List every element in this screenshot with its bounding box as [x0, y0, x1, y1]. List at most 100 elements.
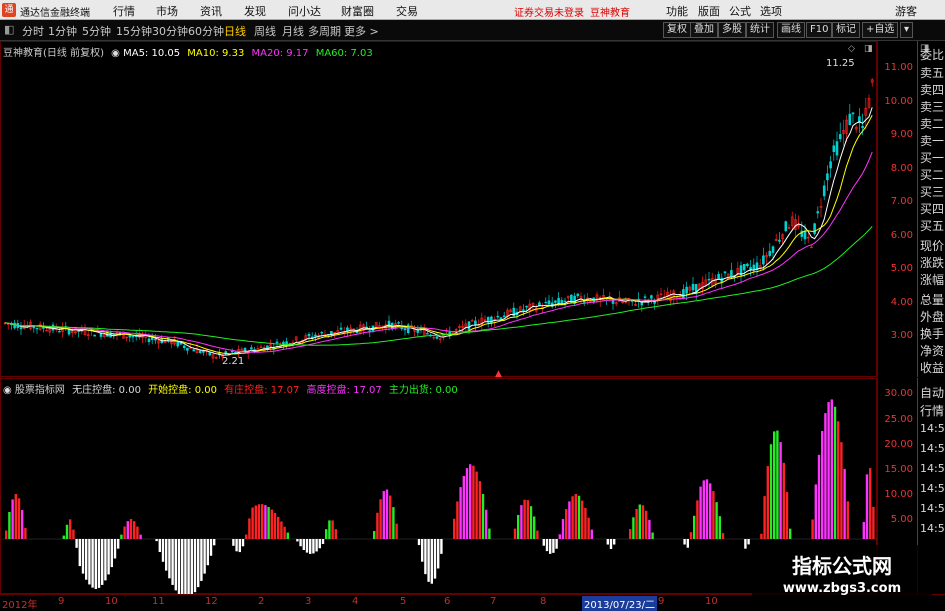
tab-period-15min[interactable]: 15分钟	[116, 23, 152, 39]
indicator-tick: 20.00	[884, 439, 913, 450]
indicator-chart[interactable]	[0, 378, 878, 599]
indicator-legend: ◉ 股票指标网 无庄控盘: 0.00 开始控盘: 0.00 有庄控盘: 17.0…	[3, 381, 458, 396]
date-tick: 10	[705, 596, 718, 607]
menu-item-trade[interactable]: 交易	[396, 3, 418, 19]
menu-item-market[interactable]: 市场	[156, 3, 178, 19]
app-logo-icon: 通	[2, 3, 16, 17]
tab-period-timeshare[interactable]: 分时	[22, 23, 44, 39]
statistics-button[interactable]: 统计	[746, 22, 774, 38]
tab-period-multi[interactable]: 多周期	[308, 23, 341, 39]
tab-period-5min[interactable]: 5分钟	[82, 23, 111, 39]
trade-time: 14:50	[920, 442, 945, 455]
panel-label: 现价	[920, 239, 945, 253]
watermark-title: 指标公式网	[792, 554, 892, 578]
indicator-value: 17.07	[353, 385, 382, 396]
panel-label: 净资	[920, 344, 945, 358]
low-price-label: 2.21	[222, 356, 245, 367]
indicator-label: 主力出货:	[388, 385, 433, 396]
indicator-name: 股票指标网	[14, 385, 65, 396]
ma5-value: MA5: 10.05	[123, 48, 181, 59]
menu-item-layout[interactable]: 版面	[698, 3, 720, 19]
trade-time: 14:50	[920, 422, 945, 435]
menu-item-formula[interactable]: 公式	[729, 3, 751, 19]
multi-stock-button[interactable]: 多股	[718, 22, 746, 38]
ma10-value: MA10: 9.33	[187, 48, 245, 59]
date-tick: 9	[658, 596, 665, 607]
date-tick: 7	[490, 596, 497, 607]
panel-label: 买五	[920, 219, 945, 233]
panel-label: 涨跌	[920, 256, 945, 270]
panel-label: 总量	[920, 293, 945, 307]
add-watchlist-button[interactable]: +自选	[862, 22, 899, 38]
panel-label: 买三	[920, 185, 945, 199]
settings-icon[interactable]: ◉	[111, 48, 120, 59]
draw-line-button[interactable]: 画线	[777, 22, 805, 38]
date-tick: 2	[258, 596, 265, 607]
date-tick: 4	[352, 596, 359, 607]
tab-period-30min[interactable]: 30分钟	[152, 23, 188, 39]
stock-brand: 豆神教育	[590, 8, 630, 19]
price-tick: 3.00	[890, 330, 913, 341]
pin-icon[interactable]: ◇	[848, 44, 855, 54]
date-tick: 9	[58, 596, 65, 607]
trade-time: 14:50	[920, 502, 945, 515]
login-notice[interactable]: 证券交易未登录	[514, 4, 584, 19]
price-axis: 11.00 10.00 9.00 8.00 7.00 6.00 5.00 4.0…	[877, 41, 917, 377]
date-tick: 8	[540, 596, 547, 607]
panel-label[interactable]: 自动	[920, 384, 944, 401]
menu-item-options[interactable]: 选项	[760, 3, 782, 19]
menu-item-discover[interactable]: 发现	[244, 3, 266, 19]
guest-label[interactable]: 游客	[895, 3, 917, 19]
menu-item-wealth[interactable]: 财富圈	[341, 3, 374, 19]
menu-item-function[interactable]: 功能	[666, 3, 688, 19]
date-tick: 6	[444, 596, 451, 607]
indicator-tick: 15.00	[884, 464, 913, 475]
indicator-tick: 30.00	[884, 388, 913, 399]
tab-period-more[interactable]: 更多 >	[344, 23, 379, 39]
kline-chart[interactable]: ▲	[0, 41, 877, 379]
tab-period-monthly[interactable]: 月线	[282, 23, 304, 39]
stock-period-label: 豆神教育(日线 前复权)	[3, 48, 104, 59]
f10-button[interactable]: F10	[806, 22, 833, 38]
menu-item-quotes[interactable]: 行情	[113, 3, 135, 19]
back-icon[interactable]: ◧	[4, 23, 14, 36]
panel-label: 买二	[920, 168, 945, 182]
indicator-label: 无庄控盘:	[72, 385, 116, 396]
more-button[interactable]: ▾	[900, 22, 914, 38]
panel-label: 外盘	[920, 310, 945, 324]
tab-period-daily[interactable]: 日线	[224, 23, 246, 39]
date-tick: 12	[205, 596, 218, 607]
tab-period-60min[interactable]: 60分钟	[188, 23, 224, 39]
date-tick: 10	[105, 596, 118, 607]
tab-period-1min[interactable]: 1分钟	[48, 23, 77, 39]
mark-button[interactable]: 标记	[832, 22, 860, 38]
high-price-label: 11.25	[826, 58, 855, 69]
settings-icon[interactable]: ◉	[3, 385, 12, 396]
panel-label: 委比	[920, 48, 945, 62]
panel-label: 买四	[920, 202, 945, 216]
tab-period-weekly[interactable]: 周线	[254, 23, 276, 39]
indicator-value: 17.07	[270, 385, 300, 396]
menu-item-news[interactable]: 资讯	[200, 3, 222, 19]
expand-icon[interactable]: ◨	[864, 44, 873, 54]
menu-bar: 通 通达信金融终端 行情 市场 资讯 发现 问小达 财富圈 交易 证券交易未登录…	[0, 0, 945, 20]
svg-text:▲: ▲	[495, 369, 502, 378]
watermark-badge: 指标公式网 www.zbgs3.com	[752, 545, 932, 600]
panel-label: 卖三	[920, 100, 945, 114]
panel-label: 换手	[920, 327, 945, 341]
indicator-label: 高度控盘:	[306, 385, 350, 396]
trade-time: 14:50	[920, 482, 945, 495]
indicator-value: 0.00	[435, 385, 458, 396]
kline-svg: ▲	[3, 78, 874, 379]
menu-item-ask[interactable]: 问小达	[288, 3, 321, 19]
price-tick: 9.00	[890, 129, 913, 140]
panel-label: 卖一	[920, 134, 945, 148]
panel-label: 收益	[920, 361, 945, 375]
overlay-button[interactable]: 叠加	[690, 22, 718, 38]
indicator-tick: 10.00	[884, 489, 913, 500]
indicator-label: 有庄控盘:	[224, 385, 268, 396]
panel-label[interactable]: 行情	[920, 402, 944, 419]
app-title: 通达信金融终端	[20, 8, 90, 19]
order-book-panel: ◨ 委比 卖五 卖四 卖三 卖二 卖一 买一 买二 买三 买四 买五 现价 涨跌…	[917, 41, 945, 377]
adjust-button[interactable]: 复权	[663, 22, 691, 38]
